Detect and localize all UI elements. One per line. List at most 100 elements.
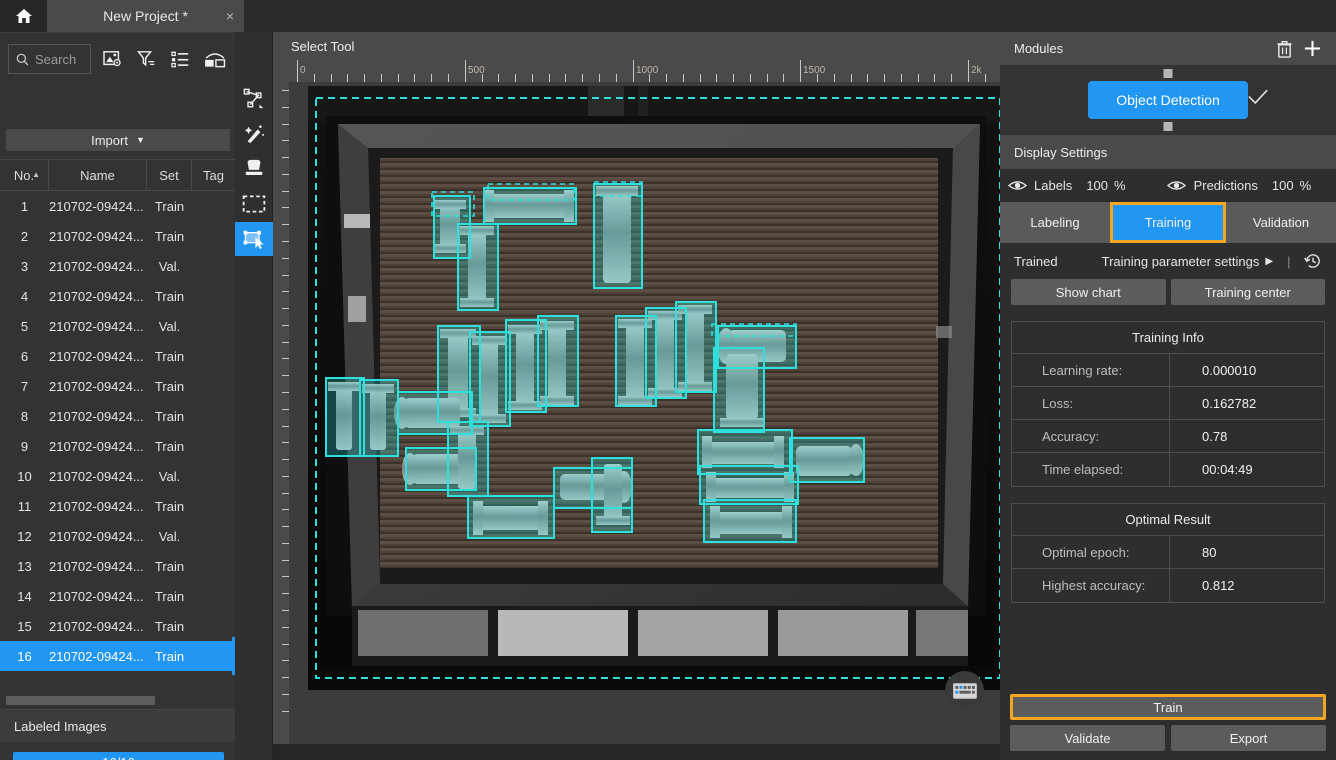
ruler-tick — [700, 74, 701, 82]
chevron-down-icon: ▼ — [135, 135, 145, 145]
ruler-tick — [282, 275, 289, 276]
table-row[interactable]: 7 210702-09424... Train — [0, 371, 235, 401]
cell-set: Val. — [158, 318, 181, 334]
modules-panel: Modules Object Detection Display Setting… — [1000, 32, 1336, 760]
table-row[interactable]: 13 210702-09424... Train — [0, 551, 235, 581]
image-settings-icon[interactable] — [101, 46, 125, 72]
filter-icon[interactable] — [135, 46, 159, 72]
cell-no: 9 — [20, 438, 29, 454]
search-input[interactable]: Search — [8, 44, 91, 74]
labels-label: Labels — [1034, 178, 1073, 193]
tab-validation[interactable]: Validation — [1226, 202, 1336, 243]
ruler-tick — [282, 476, 289, 477]
check-icon[interactable] — [1248, 89, 1268, 111]
column-header-name[interactable]: Name — [49, 160, 147, 190]
predictions-eye-icon[interactable] — [1160, 179, 1194, 192]
table-row[interactable]: 8 210702-09424... Train — [0, 401, 235, 431]
home-button[interactable] — [0, 0, 47, 32]
tab-labeling[interactable]: Labeling — [1000, 202, 1110, 243]
display-settings-row: Labels 100 % Predictions 100 % — [1000, 169, 1336, 202]
info-value: 0.162782 — [1202, 395, 1257, 411]
show-chart-button[interactable]: Show chart — [1011, 279, 1166, 305]
home-icon — [15, 9, 32, 23]
table-row[interactable]: 15 210702-09424... Train — [0, 611, 235, 641]
trash-icon[interactable] — [1270, 40, 1298, 58]
import-button[interactable]: Import ▼ — [6, 129, 230, 151]
box-select-tool[interactable] — [235, 222, 273, 256]
ruler-tick — [282, 610, 289, 611]
cell-name: 210702-09424... — [49, 258, 144, 274]
cell-name: 210702-09424... — [49, 378, 144, 394]
table-row[interactable]: 3 210702-09424... Val. — [0, 251, 235, 281]
ruler-tick — [834, 74, 835, 82]
cell-no: 6 — [20, 348, 29, 364]
ruler-tick — [282, 157, 289, 158]
close-icon[interactable]: × — [226, 9, 234, 23]
cell-no: 14 — [17, 588, 32, 604]
info-key: Optimal epoch: — [1012, 536, 1170, 568]
table-row[interactable]: 11 210702-09424... Train — [0, 491, 235, 521]
training-parameter-settings-link[interactable]: Training parameter settings — [1102, 254, 1260, 269]
labels-opacity-value[interactable]: 100 — [1086, 178, 1108, 193]
table-row[interactable]: 2 210702-09424... Train — [0, 221, 235, 251]
training-center-button[interactable]: Training center — [1170, 279, 1325, 305]
project-tab[interactable]: New Project * × — [47, 0, 244, 32]
marquee-select-tool[interactable] — [235, 187, 273, 221]
table-row[interactable]: 16 210702-09424... Train — [0, 641, 235, 671]
table-row[interactable]: 1 210702-09424... Train — [0, 191, 235, 221]
info-row: Highest accuracy: 0.812 — [1012, 569, 1324, 602]
import-label: Import — [91, 132, 128, 148]
cell-no: 4 — [20, 288, 29, 304]
table-row[interactable]: 4 210702-09424... Train — [0, 281, 235, 311]
export-button[interactable]: Export — [1171, 725, 1326, 751]
plus-icon[interactable] — [1298, 39, 1326, 58]
chevron-right-icon[interactable]: ▶ — [1265, 256, 1273, 267]
table-row[interactable]: 10 210702-09424... Val. — [0, 461, 235, 491]
module-object-detection[interactable]: Object Detection — [1088, 69, 1248, 131]
column-header-tag[interactable]: Tag — [192, 160, 235, 190]
list-horizontal-scrollbar-track[interactable] — [0, 693, 235, 707]
ruler-tick — [282, 677, 289, 678]
polygon-tool[interactable] — [235, 82, 273, 116]
ruler-tick — [767, 74, 768, 82]
column-header-no[interactable]: No. ▲ — [0, 160, 49, 190]
predictions-opacity-value[interactable]: 100 — [1272, 178, 1294, 193]
ruler-tick — [716, 74, 717, 82]
magic-wand-tool[interactable] — [235, 117, 273, 151]
cell-name: 210702-09424... — [49, 288, 144, 304]
history-icon[interactable] — [1304, 252, 1322, 270]
stamp-tool[interactable] — [235, 152, 273, 186]
list-icon[interactable] — [169, 46, 193, 72]
display-settings-header: Display Settings — [1000, 135, 1336, 169]
column-header-set[interactable]: Set — [147, 160, 192, 190]
image-canvas[interactable] — [289, 82, 1000, 744]
table-row[interactable]: 12 210702-09424... Val. — [0, 521, 235, 551]
training-info-title: Training Info — [1012, 322, 1324, 354]
ruler-tick — [448, 74, 449, 82]
ruler-tick — [683, 74, 684, 82]
labels-eye-icon[interactable] — [1000, 179, 1034, 192]
info-row: Loss: 0.162782 — [1012, 387, 1324, 420]
module-handle-bottom[interactable] — [1163, 122, 1173, 131]
table-row[interactable]: 9 210702-09424... Train — [0, 431, 235, 461]
info-key: Loss: — [1012, 387, 1170, 419]
compare-icon[interactable] — [203, 46, 227, 72]
ruler-tick — [282, 426, 289, 427]
ruler-tick — [282, 442, 289, 443]
list-horizontal-scrollbar-thumb[interactable] — [6, 696, 155, 705]
cell-no: 11 — [17, 498, 32, 514]
table-row[interactable]: 14 210702-09424... Train — [0, 581, 235, 611]
tab-training[interactable]: Training — [1110, 202, 1226, 243]
module-handle-top[interactable] — [1163, 69, 1173, 78]
cell-no: 5 — [20, 318, 29, 334]
ruler-tick — [800, 60, 801, 82]
info-value: 0.000010 — [1202, 362, 1257, 378]
ruler-tick — [282, 342, 289, 343]
image-list-rows[interactable]: 1 210702-09424... Train 2 210702-09424... Tra… — [0, 191, 235, 683]
train-button[interactable]: Train — [1010, 694, 1326, 720]
module-canvas[interactable]: Object Detection — [1000, 65, 1336, 135]
keyboard-shortcuts-button[interactable] — [945, 671, 984, 710]
validate-button[interactable]: Validate — [1010, 725, 1165, 751]
table-row[interactable]: 6 210702-09424... Train — [0, 341, 235, 371]
table-row[interactable]: 5 210702-09424... Val. — [0, 311, 235, 341]
